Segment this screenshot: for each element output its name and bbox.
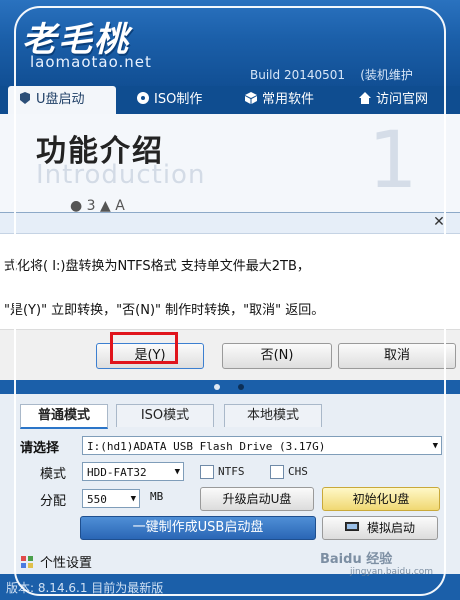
dialog-button-bar: 是(Y) 否(N) 取消 [0, 329, 460, 382]
tab-usb-boot[interactable]: U盘启动 [8, 86, 116, 114]
no-button[interactable]: 否(N) [222, 343, 332, 369]
mode-label: 模式 [40, 467, 67, 482]
upgrade-usb-button[interactable]: 升级启动U盘 [200, 487, 314, 511]
init-usb-button[interactable]: 初始化U盘 [322, 487, 440, 511]
alloc-select-value: 550 [87, 493, 107, 506]
highlight-box [110, 332, 178, 364]
ntfs-label: NTFS [218, 465, 245, 478]
alloc-select[interactable]: 550 ▼ [82, 489, 140, 508]
build-info: Build 20140501 (装机维护 [250, 66, 413, 83]
device-select-label: 请选择 [20, 441, 60, 456]
dialog-message-line2: "是(Y)" 立即转换，"否(N)" 制作时转换，"取消" 返回。 [4, 303, 325, 318]
personal-settings[interactable]: 个性设置 [20, 552, 92, 571]
tab-common-software[interactable]: 常用软件 [244, 86, 314, 114]
mode-select[interactable]: HDD-FAT32 ▼ [82, 462, 184, 481]
box-icon [245, 92, 257, 104]
device-select-value: I:(hd1)ADATA USB Flash Drive (3.17G) [87, 440, 326, 453]
home-icon [359, 92, 371, 104]
status-footer: 版本: 8.14.6.1 目前为最新版 [0, 574, 460, 600]
mode-tab-local[interactable]: 本地模式 [224, 404, 322, 427]
monitor-icon [345, 522, 359, 531]
chevron-down-icon: ▼ [174, 467, 180, 477]
cancel-button[interactable]: 取消 [338, 343, 456, 369]
carousel-dots [0, 380, 460, 394]
mode-tab-iso[interactable]: ISO模式 [116, 404, 214, 427]
build-suffix: (装机维护 [360, 68, 413, 82]
tab-usb-boot-label: U盘启动 [36, 92, 85, 107]
personal-settings-label: 个性设置 [40, 556, 93, 571]
chs-label: CHS [288, 465, 308, 478]
confirm-dialog: ✕ 式化将( I:)盘转换为NTFS格式 支持单文件最大2TB， "是(Y)" … [0, 212, 460, 382]
mode-select-value: HDD-FAT32 [87, 466, 147, 479]
intro-subtitle: Introduction [36, 160, 206, 190]
alloc-unit: MB [150, 490, 164, 503]
simulate-boot-label: 模拟启动 [367, 521, 416, 535]
dialog-message-line1: 式化将( I:)盘转换为NTFS格式 支持单文件最大2TB， [4, 259, 310, 274]
version-status: 版本: 8.14.6.1 目前为最新版 [6, 581, 164, 595]
build-version: Build 20140501 [250, 68, 346, 82]
dialog-titlebar: ✕ [0, 213, 460, 234]
watermark-sub: jingyan.baidu.com [350, 567, 434, 577]
main-nav-tabs: U盘启动 ISO制作 常用软件 访问官网 [0, 86, 460, 114]
device-select[interactable]: I:(hd1)ADATA USB Flash Drive (3.17G) ▼ [82, 436, 442, 455]
usb-icon [20, 92, 30, 104]
carousel-dot-active[interactable] [238, 384, 244, 390]
tab-iso-make-label: ISO制作 [154, 92, 203, 107]
tab-official-site-label: 访问官网 [376, 92, 429, 107]
chevron-down-icon: ▼ [432, 441, 438, 451]
usb-boot-panel: 普通模式 ISO模式 本地模式 请选择 I:(hd1)ADATA USB Fla… [0, 394, 460, 574]
tab-official-site[interactable]: 访问官网 [358, 86, 428, 114]
app-header: 老毛桃 laomaotao.net Build 20140501 (装机维护 [0, 0, 460, 86]
tab-common-software-label: 常用软件 [262, 92, 315, 107]
intro-slide-number: 1 [368, 116, 418, 206]
tab-iso-make[interactable]: ISO制作 [136, 86, 202, 114]
chs-checkbox[interactable] [270, 465, 284, 479]
mode-tab-normal[interactable]: 普通模式 [20, 404, 108, 429]
logo-url: laomaotao.net [30, 53, 152, 71]
alloc-label: 分配 [40, 494, 67, 509]
carousel-dot[interactable] [214, 384, 220, 390]
watermark-text: Baidu 经验 [320, 552, 393, 567]
palette-icon [21, 556, 33, 568]
dialog-close-button[interactable]: ✕ [430, 213, 448, 231]
disc-icon [137, 92, 149, 104]
app-window: 老毛桃 laomaotao.net Build 20140501 (装机维护 U… [0, 0, 460, 600]
simulate-boot-button[interactable]: 模拟启动 [322, 516, 438, 540]
chevron-down-icon: ▼ [130, 494, 136, 504]
intro-panel: 功能介绍 Introduction 1 ● 3 ▲ A [0, 114, 460, 214]
make-usb-boot-button[interactable]: 一键制作成USB启动盘 [80, 516, 316, 540]
ntfs-checkbox[interactable] [200, 465, 214, 479]
baidu-watermark: Baidu 经验 jingyan.baidu.com [320, 548, 433, 577]
